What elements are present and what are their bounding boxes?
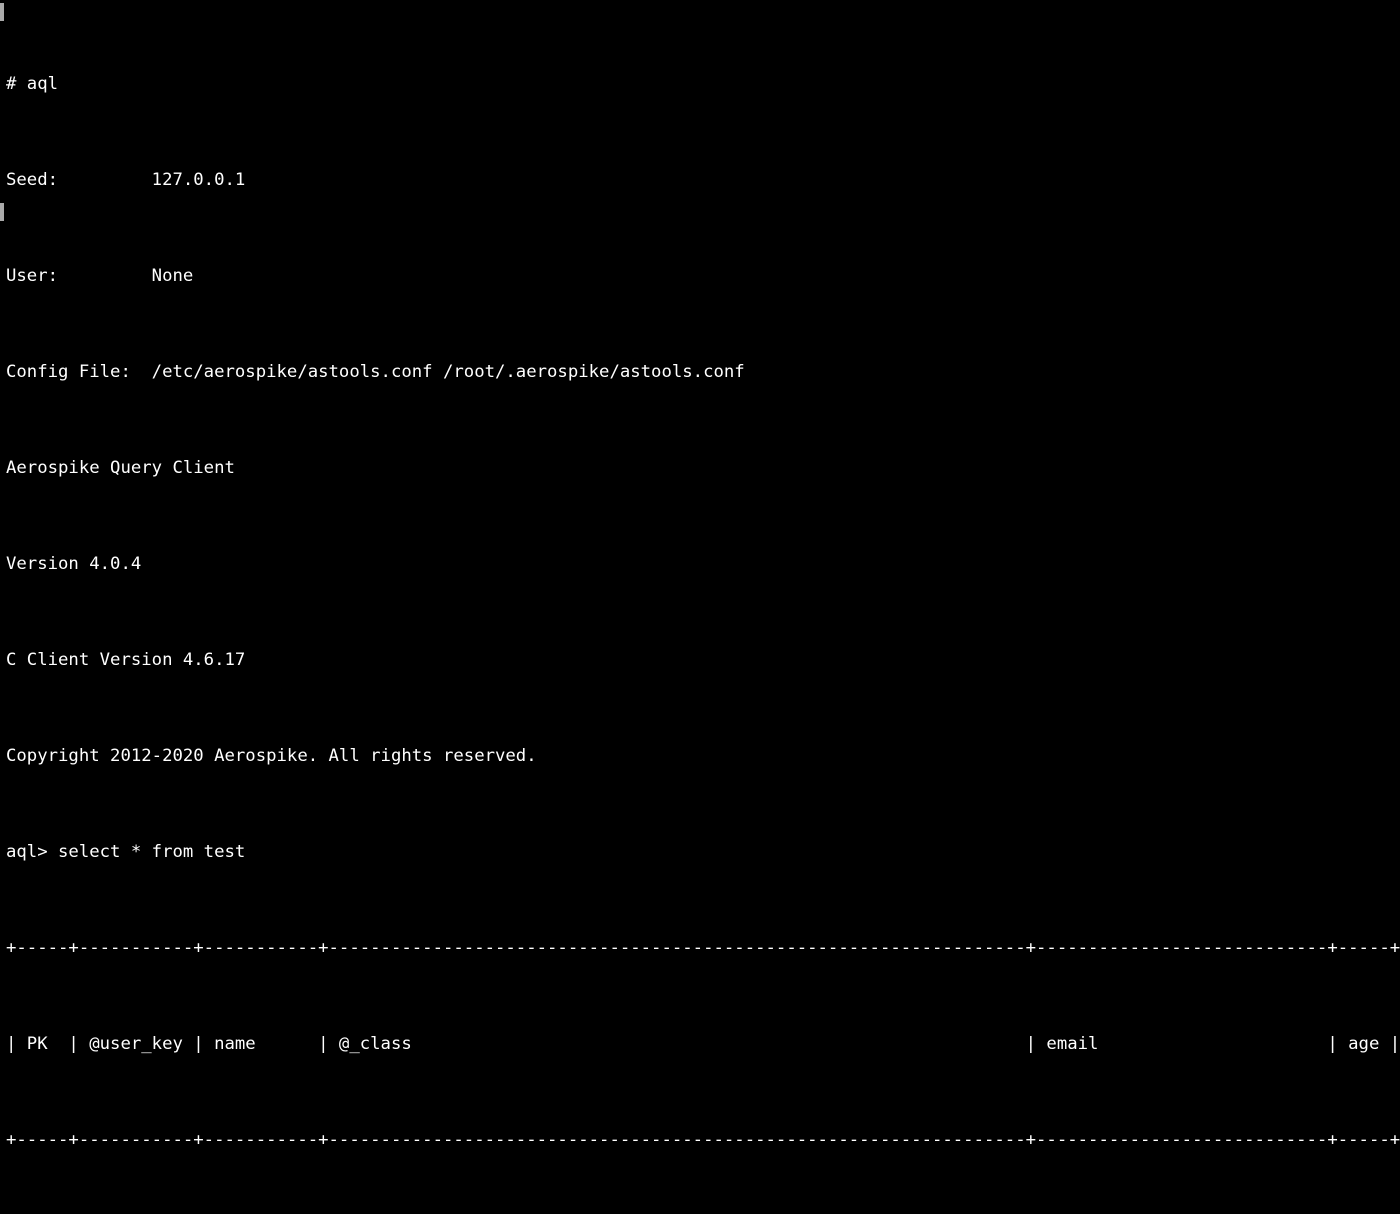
table-separator-middle: +-----+-----------+-----------+---------… xyxy=(6,1130,1400,1150)
banner-copyright-line: Copyright 2012-2020 Aerospike. All right… xyxy=(6,746,537,766)
shell-launch-line: # aql xyxy=(6,74,59,94)
left-edge-artifact-2 xyxy=(0,203,4,221)
banner-user-line: User: None xyxy=(6,266,194,286)
terminal-screen: # aql Seed: 127.0.0.1 User: None Config … xyxy=(6,0,1400,1214)
table-separator-top: +-----+-----------+-----------+---------… xyxy=(6,938,1400,958)
left-edge-artifact-1 xyxy=(0,3,4,21)
terminal-window[interactable]: # aql Seed: 127.0.0.1 User: None Config … xyxy=(0,0,1400,1150)
query-command-line: aql> select * from test xyxy=(6,842,246,862)
table-header-row: | PK | @user_key | name | @_class | emai… xyxy=(6,1034,1400,1054)
banner-config-file-line: Config File: /etc/aerospike/astools.conf… xyxy=(6,362,745,382)
banner-product-line: Aerospike Query Client xyxy=(6,458,235,478)
banner-version-line: Version 4.0.4 xyxy=(6,554,142,574)
banner-c-client-version-line: C Client Version 4.6.17 xyxy=(6,650,246,670)
banner-seed-line: Seed: 127.0.0.1 xyxy=(6,170,246,190)
